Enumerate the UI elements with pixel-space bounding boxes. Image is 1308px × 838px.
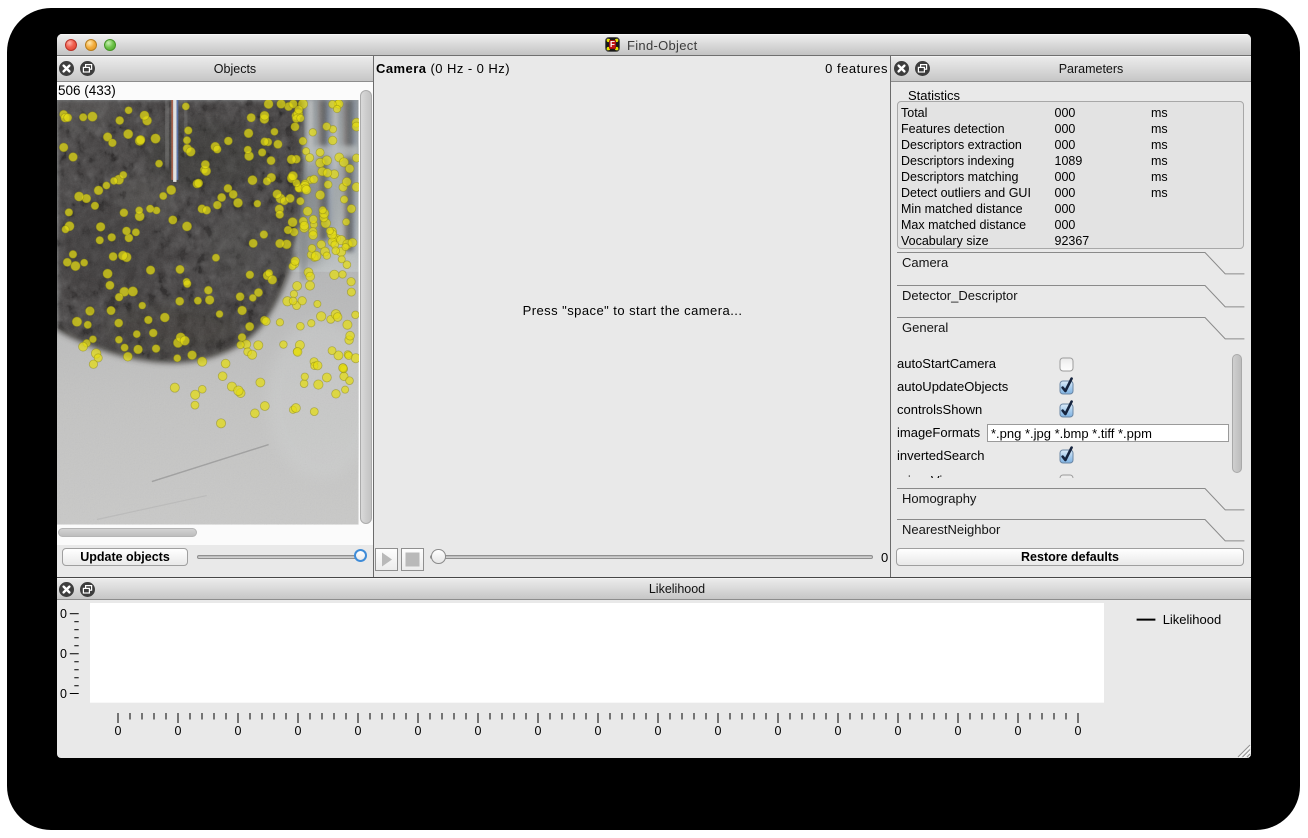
svg-text:0: 0	[115, 724, 122, 738]
svg-text:0: 0	[535, 724, 542, 738]
svg-text:0: 0	[655, 724, 662, 738]
svg-text:0: 0	[415, 724, 422, 738]
svg-text:0: 0	[475, 724, 482, 738]
svg-text:0: 0	[235, 724, 242, 738]
svg-text:0: 0	[1075, 724, 1082, 738]
svg-text:0: 0	[895, 724, 902, 738]
svg-text:0: 0	[60, 607, 67, 621]
svg-text:0: 0	[355, 724, 362, 738]
svg-text:0: 0	[60, 687, 67, 701]
svg-text:0: 0	[775, 724, 782, 738]
svg-text:0: 0	[175, 724, 182, 738]
svg-text:0: 0	[595, 724, 602, 738]
svg-text:0: 0	[715, 724, 722, 738]
svg-text:F: F	[610, 40, 615, 49]
svg-text:0: 0	[295, 724, 302, 738]
svg-text:0: 0	[835, 724, 842, 738]
svg-text:0: 0	[1015, 724, 1022, 738]
svg-text:0: 0	[955, 724, 962, 738]
svg-text:Likelihood: Likelihood	[1163, 612, 1222, 627]
svg-text:0: 0	[60, 647, 67, 661]
